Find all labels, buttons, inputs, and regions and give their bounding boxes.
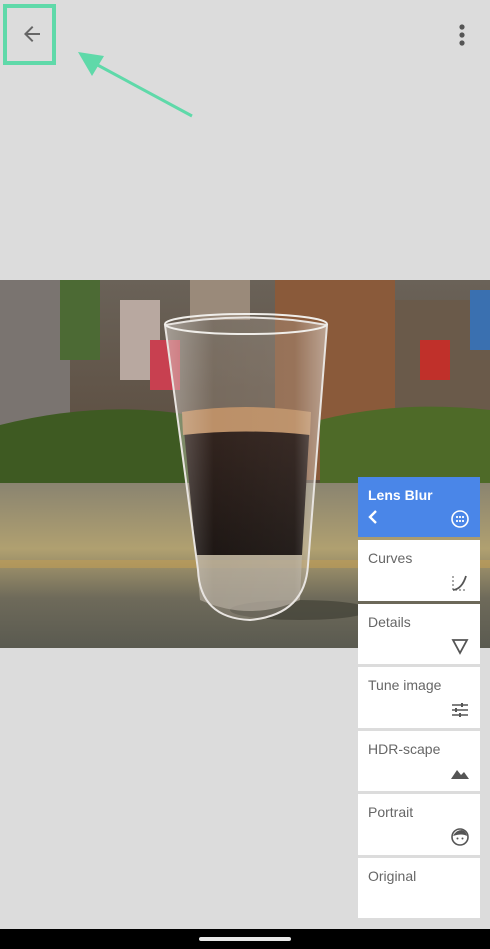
lens-blur-icon [451, 510, 469, 528]
tool-curves[interactable]: Curves [358, 540, 480, 601]
tool-hdr-scape[interactable]: HDR-scape [358, 731, 480, 791]
tool-label: Original [368, 868, 417, 884]
tool-details[interactable]: Details [358, 604, 480, 664]
tool-label: Portrait [368, 804, 414, 820]
face-icon [451, 828, 469, 846]
chevron-left-icon[interactable] [367, 509, 379, 525]
tool-tune-image[interactable]: Tune image [358, 667, 480, 728]
tool-label: Curves [368, 550, 413, 566]
mountains-icon [451, 770, 469, 779]
tool-portrait[interactable]: Portrait [358, 794, 480, 855]
highlight-box [3, 4, 56, 65]
tool-label: Lens Blur [368, 487, 433, 503]
tune-sliders-icon [452, 703, 468, 717]
tool-label: Tune image [368, 677, 442, 693]
annotation-arrow [78, 52, 193, 118]
tool-label: Details [368, 614, 411, 630]
more-vertical-icon [459, 24, 465, 46]
home-gesture-pill[interactable] [199, 937, 291, 941]
details-triangle-icon [451, 639, 469, 655]
curves-icon [452, 575, 467, 591]
tool-lens-blur[interactable]: Lens Blur [358, 477, 480, 537]
tool-label: HDR-scape [368, 741, 441, 757]
more-options-button[interactable] [446, 18, 478, 52]
tool-original[interactable]: Original [358, 858, 480, 918]
